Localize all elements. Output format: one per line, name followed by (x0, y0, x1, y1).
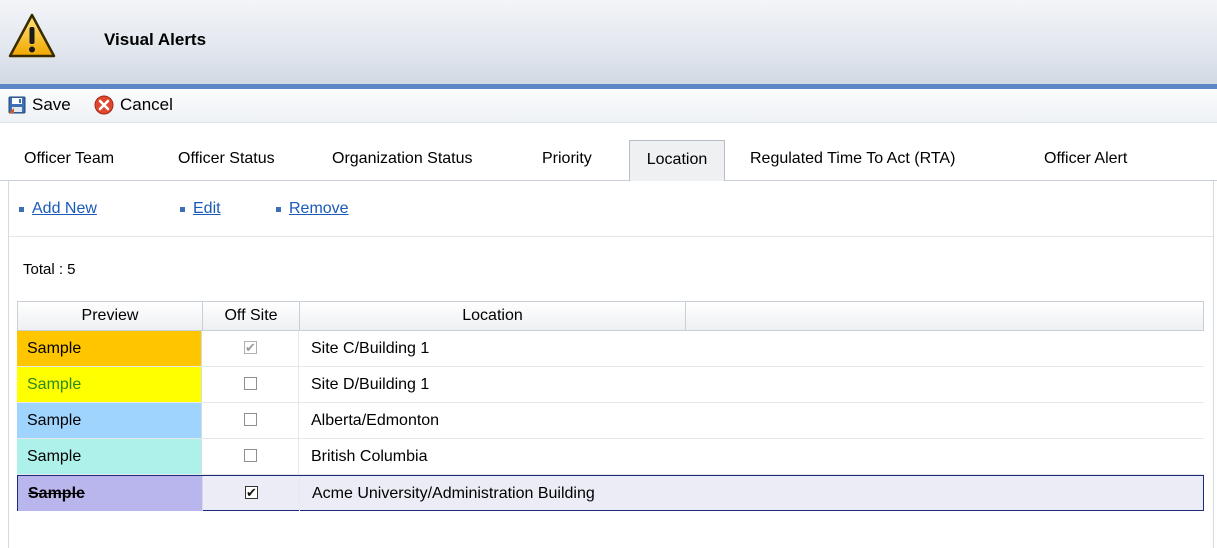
page-title: Visual Alerts (104, 30, 207, 49)
save-label: Save (32, 95, 71, 114)
save-icon (8, 96, 26, 114)
tab-priority[interactable]: Priority (534, 140, 600, 177)
bullet-icon (19, 206, 24, 212)
off-site-checkbox[interactable] (244, 449, 257, 462)
tab-officer-status[interactable]: Officer Status (170, 140, 283, 177)
add-new-action[interactable]: Add New (19, 200, 97, 218)
table-row[interactable]: Sample Alberta/Edmonton (17, 403, 1204, 439)
preview-cell: Sample (17, 331, 202, 366)
remove-action[interactable]: Remove (276, 200, 349, 218)
save-button[interactable]: Save (8, 94, 71, 116)
location-cell: Acme University/Administration Building (312, 485, 595, 502)
table-row[interactable]: Sample ✔ Acme University/Administration Bu… (17, 475, 1204, 511)
location-cell: British Columbia (311, 448, 428, 465)
location-cell: Site C/Building 1 (311, 340, 430, 357)
cancel-label: Cancel (120, 95, 173, 114)
location-cell: Alberta/Edmonton (311, 412, 440, 429)
off-site-cell (202, 403, 299, 438)
table-row[interactable]: Sample Site D/Building 1 (17, 367, 1204, 403)
total-count: Total : 5 (23, 261, 76, 278)
table-row[interactable]: Sample British Columbia (17, 439, 1204, 475)
off-site-cell (202, 367, 299, 402)
column-header-location[interactable]: Location (300, 302, 686, 330)
location-panel: Add New Edit Remove Total : 5 Preview Of… (8, 181, 1214, 548)
preview-cell: Sample (18, 476, 203, 511)
off-site-checkbox[interactable] (244, 377, 257, 390)
tab-strip: Officer Team Officer Status Organization… (0, 140, 1217, 181)
remove-link[interactable]: Remove (289, 200, 349, 218)
preview-cell: Sample (17, 439, 202, 474)
column-header-off-site[interactable]: Off Site (203, 302, 300, 330)
edit-link[interactable]: Edit (193, 200, 221, 218)
bullet-icon (276, 206, 281, 212)
column-header-preview[interactable]: Preview (18, 302, 203, 330)
tab-regulated-time-to-act[interactable]: Regulated Time To Act (RTA) (742, 140, 963, 177)
cancel-button[interactable]: Cancel (94, 94, 173, 116)
off-site-cell: ✔ (203, 476, 300, 511)
off-site-cell: ✔ (202, 331, 299, 366)
table-row[interactable]: Sample ✔ Site C/Building 1 (17, 331, 1204, 367)
add-new-link[interactable]: Add New (32, 200, 97, 218)
bullet-icon (180, 206, 185, 212)
warning-icon (8, 13, 56, 58)
cancel-icon (94, 95, 114, 115)
tab-organization-status[interactable]: Organization Status (324, 140, 481, 177)
grid-header: Preview Off Site Location (17, 301, 1204, 331)
location-cell: Site D/Building 1 (311, 376, 430, 393)
tab-officer-alert[interactable]: Officer Alert (1036, 140, 1135, 177)
off-site-checkbox[interactable]: ✔ (244, 341, 257, 354)
preview-cell: Sample (17, 367, 202, 402)
preview-cell: Sample (17, 403, 202, 438)
edit-action[interactable]: Edit (180, 200, 221, 218)
off-site-checkbox[interactable]: ✔ (245, 486, 258, 499)
off-site-cell (202, 439, 299, 474)
toolbar: Save Cancel (0, 89, 1217, 123)
title-banner: Visual Alerts (0, 0, 1217, 84)
action-bar: Add New Edit Remove (9, 181, 1213, 237)
tab-location[interactable]: Location (629, 140, 725, 181)
off-site-checkbox[interactable] (244, 413, 257, 426)
tab-officer-team[interactable]: Officer Team (16, 140, 122, 177)
